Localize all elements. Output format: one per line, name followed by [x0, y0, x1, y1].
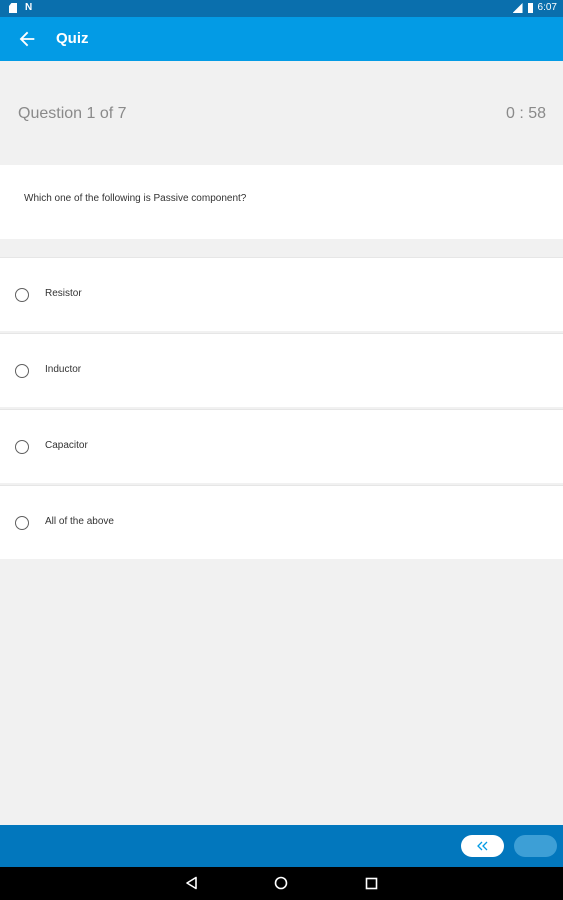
- sd-card-icon: [9, 3, 17, 13]
- option-label: Resistor: [45, 288, 82, 299]
- question-counter: Question 1 of 7: [18, 105, 127, 122]
- status-bar-left: N: [9, 3, 32, 13]
- radio-button[interactable]: [15, 440, 29, 454]
- status-bar-right: 6:07: [512, 2, 557, 13]
- question-text: Which one of the following is Passive co…: [24, 193, 247, 204]
- page-title: Quiz: [56, 30, 89, 47]
- option-label: Capacitor: [45, 440, 88, 451]
- answer-options: Resistor Inductor Capacitor All of the a…: [0, 257, 563, 561]
- next-button[interactable]: [514, 835, 557, 857]
- recent-square-icon[interactable]: [365, 877, 378, 890]
- previous-button[interactable]: [461, 835, 504, 857]
- radio-button[interactable]: [15, 364, 29, 378]
- arrow-left-icon[interactable]: [16, 28, 38, 50]
- question-card: Which one of the following is Passive co…: [0, 165, 563, 239]
- radio-button[interactable]: [15, 288, 29, 302]
- countdown-timer: 0 : 58: [505, 105, 546, 122]
- option-label: Inductor: [45, 364, 82, 375]
- home-circle-icon[interactable]: [274, 876, 288, 890]
- option-resistor[interactable]: Resistor: [0, 257, 563, 331]
- option-all-of-the-above[interactable]: All of the above: [0, 485, 563, 559]
- system-nav-bar: [0, 867, 563, 900]
- status-bar: N 6:07: [0, 0, 563, 17]
- battery-icon: [527, 3, 533, 13]
- radio-button[interactable]: [15, 516, 29, 530]
- back-triangle-icon[interactable]: [185, 876, 199, 890]
- option-label: All of the above: [45, 516, 114, 527]
- double-chevron-left-icon: [476, 841, 487, 851]
- app-bar: Quiz: [0, 17, 563, 61]
- status-time: 6:07: [537, 2, 557, 13]
- option-inductor[interactable]: Inductor: [0, 333, 563, 407]
- bottom-bar: [0, 825, 563, 867]
- signal-icon: [512, 3, 523, 13]
- option-capacitor[interactable]: Capacitor: [0, 409, 563, 483]
- question-header: Question 1 of 7 0 : 58: [0, 61, 563, 165]
- n-icon: N: [25, 2, 33, 13]
